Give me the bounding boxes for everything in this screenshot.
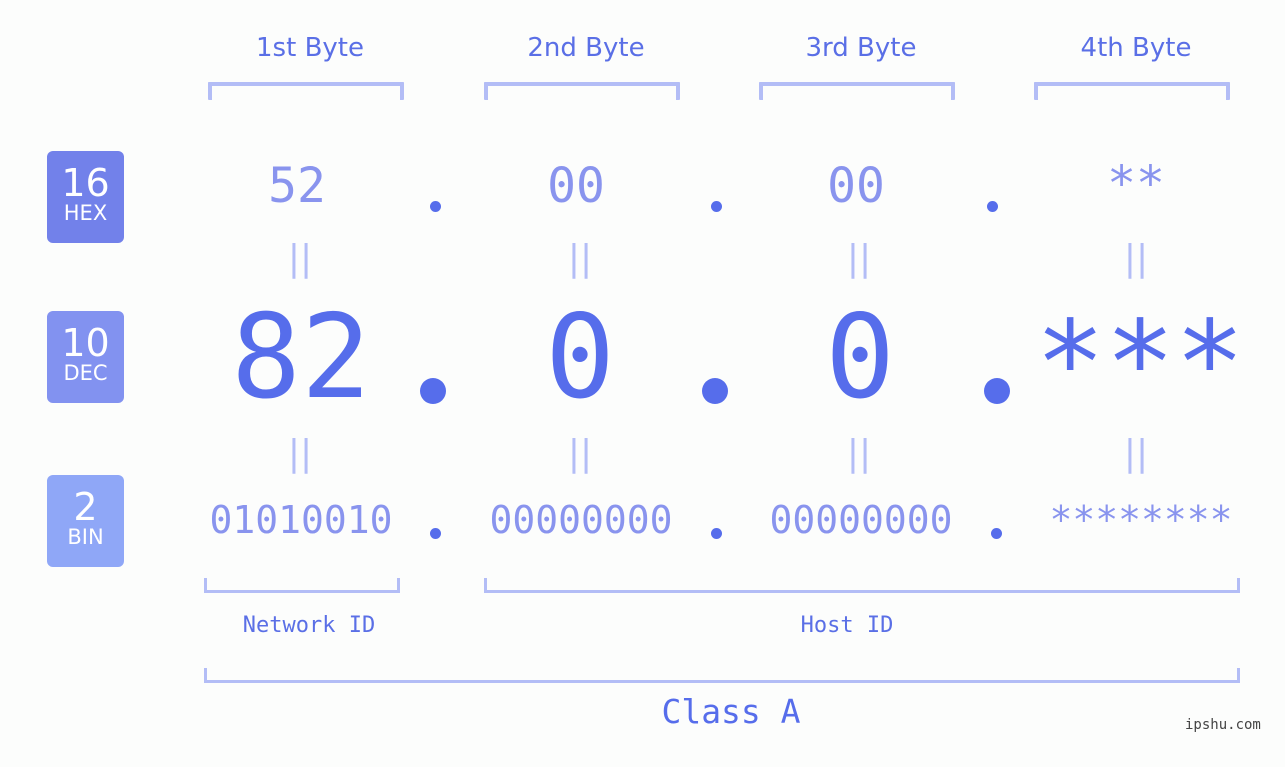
- bin-value-3: 00000000: [769, 498, 953, 542]
- network-id-bracket: [204, 578, 400, 593]
- hex-value-2: 00: [547, 158, 605, 214]
- hex-separator-dot: [987, 201, 998, 212]
- byte-header-4: 4th Byte: [1080, 33, 1192, 63]
- hex-separator-dot: [711, 201, 722, 212]
- equals-sign: ||: [287, 238, 313, 279]
- equals-sign: ||: [846, 433, 872, 474]
- network-id-label: Network ID: [242, 613, 376, 638]
- bin-separator-dot: [430, 528, 441, 539]
- equals-sign: ||: [846, 238, 872, 279]
- bin-value-1: 01010010: [209, 498, 393, 542]
- dec-badge-label: DEC: [63, 361, 108, 385]
- watermark: ipshu.com: [1185, 717, 1261, 733]
- equals-sign: ||: [1123, 238, 1149, 279]
- byte-header-1: 1st Byte: [256, 33, 364, 63]
- equals-sign: ||: [287, 433, 313, 474]
- bin-badge-number: 2: [73, 485, 98, 529]
- dec-separator-dot: [984, 378, 1010, 404]
- hex-badge-number: 16: [61, 161, 110, 205]
- hex-badge: 16 HEX: [47, 151, 124, 243]
- byte-bracket-1: [208, 82, 404, 100]
- dec-value-1: 82: [231, 290, 371, 425]
- bin-badge: 2 BIN: [47, 475, 124, 567]
- hex-value-4: **: [1107, 156, 1165, 212]
- bin-separator-dot: [991, 528, 1002, 539]
- dec-badge-number: 10: [61, 321, 110, 365]
- byte-bracket-4: [1034, 82, 1230, 100]
- hex-value-3: 00: [827, 158, 885, 214]
- equals-sign: ||: [567, 238, 593, 279]
- hex-value-1: 52: [268, 158, 326, 214]
- dec-separator-dot: [702, 378, 728, 404]
- hex-separator-dot: [430, 201, 441, 212]
- bin-value-4: ********: [1049, 498, 1233, 542]
- bin-badge-label: BIN: [67, 525, 104, 549]
- host-id-label: Host ID: [800, 613, 894, 638]
- class-label: Class A: [661, 692, 801, 731]
- host-id-bracket: [484, 578, 1240, 593]
- dec-separator-dot: [420, 378, 446, 404]
- equals-sign: ||: [567, 433, 593, 474]
- equals-sign: ||: [1123, 433, 1149, 474]
- byte-bracket-3: [759, 82, 955, 100]
- byte-bracket-2: [484, 82, 680, 100]
- hex-badge-label: HEX: [63, 201, 108, 225]
- dec-value-2: 0: [545, 290, 615, 425]
- byte-header-2: 2nd Byte: [527, 33, 645, 63]
- bin-value-2: 00000000: [489, 498, 673, 542]
- byte-header-3: 3rd Byte: [805, 33, 917, 63]
- dec-value-3: 0: [825, 290, 895, 425]
- dec-badge: 10 DEC: [47, 311, 124, 403]
- class-bracket: [204, 668, 1240, 683]
- bin-separator-dot: [711, 528, 722, 539]
- dec-value-4: ***: [1035, 296, 1245, 431]
